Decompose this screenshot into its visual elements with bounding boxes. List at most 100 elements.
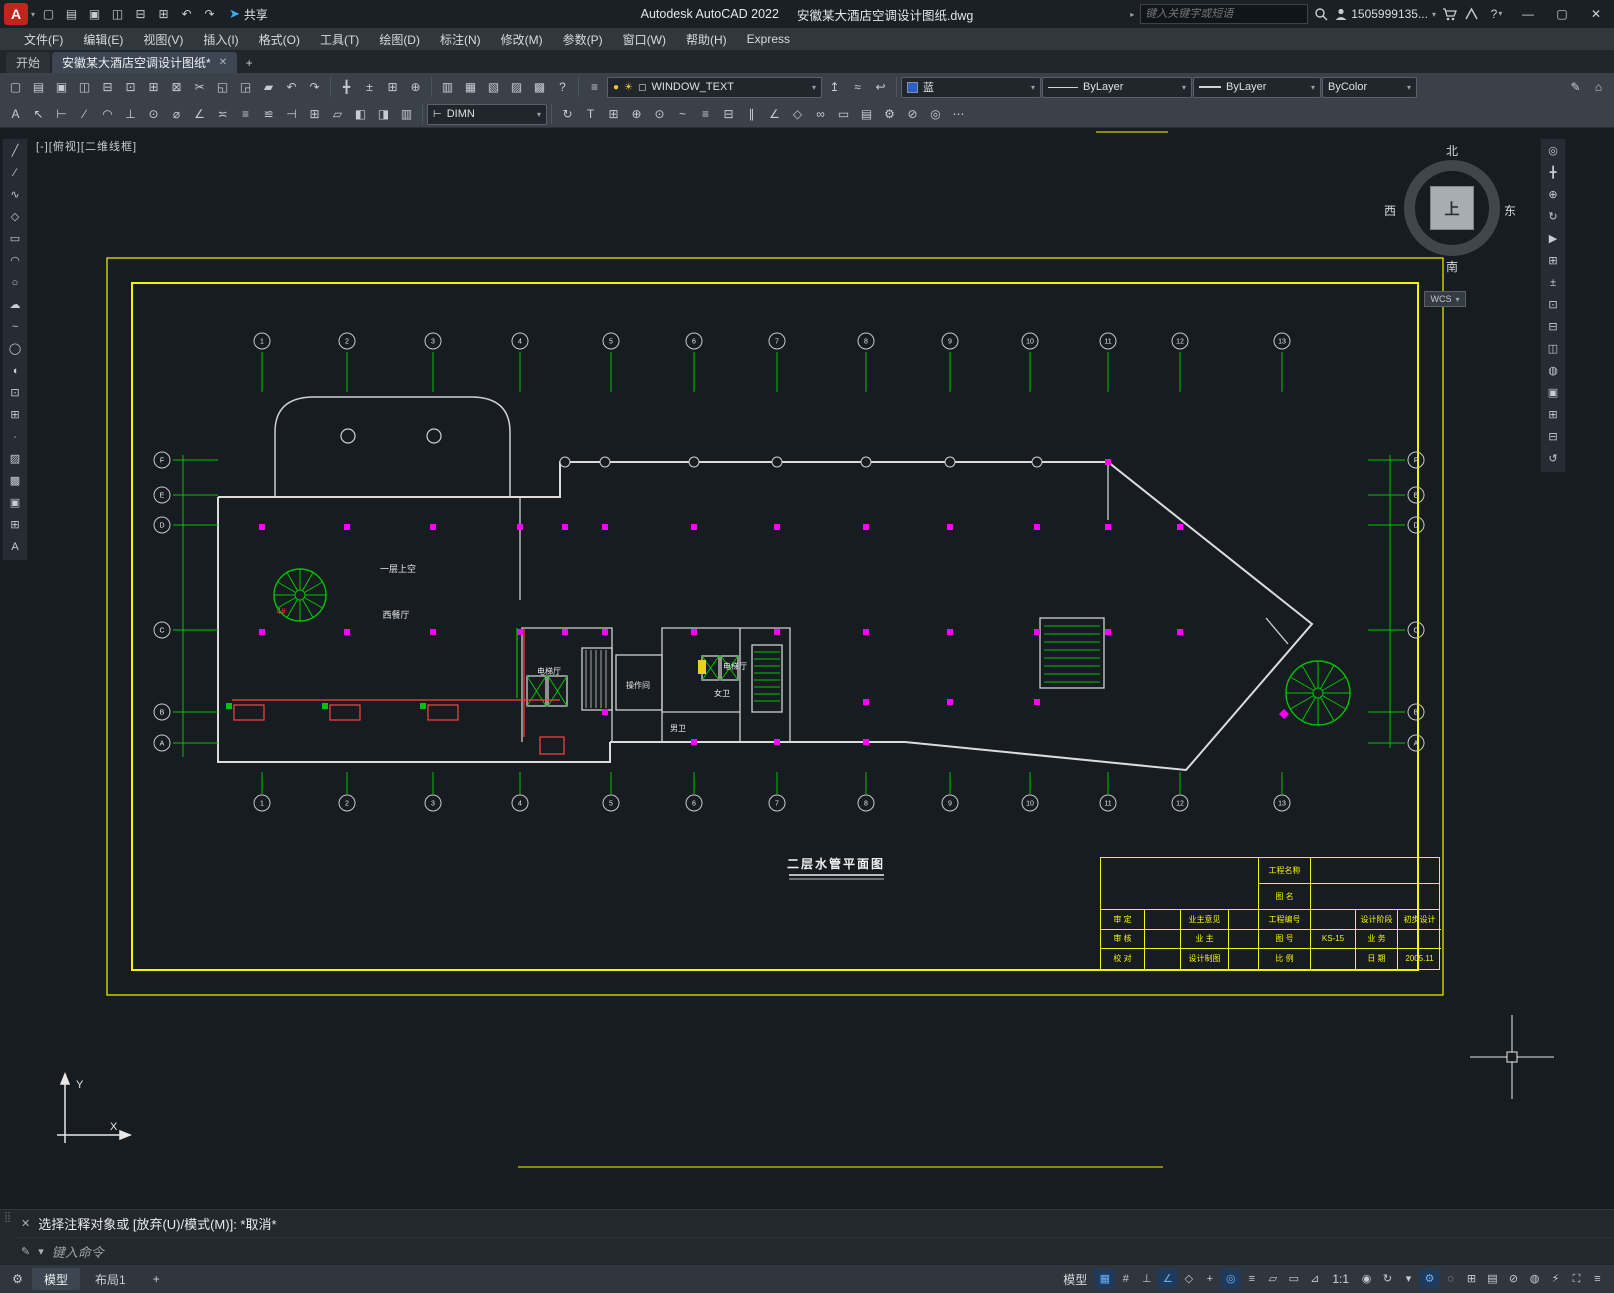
- rectangle-icon[interactable]: ▭: [4, 229, 26, 250]
- graphics-performance-icon[interactable]: ⚡: [1545, 1269, 1566, 1289]
- compass-west-label[interactable]: 西: [1384, 202, 1396, 219]
- annotation-monitor-icon[interactable]: ◌: [1440, 1269, 1461, 1289]
- undo-icon[interactable]: ↶: [280, 76, 303, 98]
- showmotion-icon[interactable]: ▶: [1542, 229, 1564, 250]
- logo-caret-icon[interactable]: ▾: [31, 10, 35, 19]
- menu-insert[interactable]: 插入(I): [193, 28, 248, 50]
- pan-icon[interactable]: ╋: [1542, 163, 1564, 184]
- autoscale-icon[interactable]: ↻: [1377, 1269, 1398, 1289]
- block-editor-icon[interactable]: ◧: [349, 103, 372, 125]
- zoom-in-icon[interactable]: ⊞: [1542, 405, 1564, 426]
- dim-arc-icon[interactable]: ◠: [96, 103, 119, 125]
- more-tools-icon[interactable]: ⋯: [947, 103, 970, 125]
- dim-ordinate-icon[interactable]: ⊥: [119, 103, 142, 125]
- tolerance-icon[interactable]: ⊞: [602, 103, 625, 125]
- dynamic-ucs-icon[interactable]: ⊿: [1304, 1269, 1325, 1289]
- view-cube[interactable]: 上 北 南 西 东: [1384, 144, 1516, 274]
- units-icon[interactable]: ⊞: [1461, 1269, 1482, 1289]
- layer-dropdown[interactable]: ● ☀ ▢ WINDOW_TEXT ▾: [607, 76, 822, 98]
- color-dropdown[interactable]: 蓝 ▾: [901, 76, 1041, 98]
- field-icon[interactable]: ▱: [326, 103, 349, 125]
- ortho-icon[interactable]: ⊥: [1136, 1269, 1157, 1289]
- plot-style-dropdown[interactable]: ByColor ▾: [1322, 76, 1417, 98]
- redo-icon[interactable]: ↷: [198, 3, 221, 25]
- view-cube-top-face[interactable]: 上: [1430, 186, 1474, 230]
- gradient-icon[interactable]: ▩: [4, 471, 26, 492]
- zoom-dynamic-icon[interactable]: ⊟: [1542, 317, 1564, 338]
- menu-express[interactable]: Express: [737, 28, 800, 50]
- tab-close-icon[interactable]: ✕: [219, 57, 227, 68]
- isolate-objects-icon[interactable]: ◍: [1524, 1269, 1545, 1289]
- lock-ui-icon[interactable]: ⊘: [901, 103, 924, 125]
- dim-angular-icon[interactable]: ∠: [188, 103, 211, 125]
- menu-modify[interactable]: 修改(M): [491, 28, 553, 50]
- paste-icon[interactable]: ◲: [234, 76, 257, 98]
- menu-view[interactable]: 视图(V): [133, 28, 193, 50]
- menu-draw[interactable]: 绘图(D): [369, 28, 430, 50]
- minimize-button[interactable]: —: [1514, 3, 1542, 25]
- menu-edit[interactable]: 编辑(E): [73, 28, 133, 50]
- export-icon[interactable]: ⊠: [165, 76, 188, 98]
- pan-icon[interactable]: ╋: [335, 76, 358, 98]
- dim-baseline-icon[interactable]: ≡: [234, 103, 257, 125]
- lineweight-display-icon[interactable]: ≡: [1241, 1269, 1262, 1289]
- new-layout-button[interactable]: +: [141, 1268, 172, 1290]
- saveas-icon[interactable]: ◫: [106, 3, 129, 25]
- qnew-icon[interactable]: ▢: [4, 76, 27, 98]
- dim-diameter-icon[interactable]: ⌀: [165, 103, 188, 125]
- plot-preview-icon[interactable]: ⊡: [119, 76, 142, 98]
- home-view-icon[interactable]: ⌂: [1587, 76, 1610, 98]
- command-prompt-text[interactable]: 键入命令: [52, 1242, 104, 1261]
- dim-update-icon[interactable]: ↻: [556, 103, 579, 125]
- zoom-out-icon[interactable]: ⊟: [1542, 427, 1564, 448]
- plot-icon[interactable]: ⊟: [129, 3, 152, 25]
- search-expand-icon[interactable]: ▸: [1130, 10, 1134, 19]
- table-icon[interactable]: ⊞: [4, 515, 26, 536]
- save-icon[interactable]: ▣: [50, 76, 73, 98]
- point-icon[interactable]: ∙: [4, 427, 26, 448]
- orbit-icon[interactable]: ↻: [1542, 207, 1564, 228]
- search-field[interactable]: [1140, 4, 1309, 24]
- recent-commands-icon[interactable]: ▾: [38, 1245, 44, 1258]
- command-line-panel[interactable]: ⣿ ✕ 选择注释对象或 [放弃(U)/模式(M)]: *取消* ✎ ▾ 键入命令: [0, 1209, 1614, 1265]
- dim-linear-icon[interactable]: ⊢: [50, 103, 73, 125]
- zoom-extents-icon[interactable]: ⊕: [1542, 185, 1564, 206]
- tab-start[interactable]: 开始: [6, 52, 51, 73]
- markup-icon[interactable]: ▩: [528, 76, 551, 98]
- tool-palettes-icon[interactable]: ▧: [482, 76, 505, 98]
- menu-dimension[interactable]: 标注(N): [430, 28, 491, 50]
- ellipse-arc-icon[interactable]: ◖: [4, 361, 26, 382]
- compass-south-label[interactable]: 南: [1446, 258, 1458, 275]
- saveas-icon[interactable]: ◫: [73, 76, 96, 98]
- polygon-icon[interactable]: ◇: [4, 207, 26, 228]
- undo-icon[interactable]: ↶: [175, 3, 198, 25]
- dim-oblique-icon[interactable]: ∥: [740, 103, 763, 125]
- properties-palette-icon[interactable]: ▥: [436, 76, 459, 98]
- plot-icon[interactable]: ⊟: [96, 76, 119, 98]
- zoom-previous-icon[interactable]: ↺: [1542, 449, 1564, 470]
- object-snap-tracking-icon[interactable]: +: [1199, 1269, 1220, 1289]
- dim-edit-icon[interactable]: ⊟: [717, 103, 740, 125]
- linetype-dropdown[interactable]: ByLayer ▾: [1042, 76, 1192, 98]
- make-object-layer-current-icon[interactable]: ↥: [823, 76, 846, 98]
- mtext-icon[interactable]: A: [4, 103, 27, 125]
- designcenter-icon[interactable]: ▦: [459, 76, 482, 98]
- menu-tools[interactable]: 工具(T): [310, 28, 369, 50]
- viewport-controls[interactable]: [-][俯视][二维线框]: [36, 138, 137, 154]
- zoom-realtime-icon[interactable]: ±: [1542, 273, 1564, 294]
- help-button[interactable]: ? ▾: [1485, 3, 1508, 25]
- redo-icon[interactable]: ↷: [303, 76, 326, 98]
- sketch-icon[interactable]: ✎: [1564, 76, 1587, 98]
- statusbar-customize-left-icon[interactable]: ⚙: [6, 1268, 29, 1290]
- object-snap-icon[interactable]: ◎: [924, 103, 947, 125]
- dim-continue-icon[interactable]: ≌: [257, 103, 280, 125]
- insert-block-icon[interactable]: ⊡: [4, 383, 26, 404]
- transparency-icon[interactable]: ▱: [1262, 1269, 1283, 1289]
- revision-cloud-icon[interactable]: ☁: [4, 295, 26, 316]
- dim-text-edit-icon[interactable]: T: [579, 103, 602, 125]
- layer-match-icon[interactable]: ≈: [846, 76, 869, 98]
- spline-icon[interactable]: ~: [4, 317, 26, 338]
- open-icon[interactable]: ▤: [60, 3, 83, 25]
- line-icon[interactable]: ╱: [4, 141, 26, 162]
- menu-file[interactable]: 文件(F): [14, 28, 73, 50]
